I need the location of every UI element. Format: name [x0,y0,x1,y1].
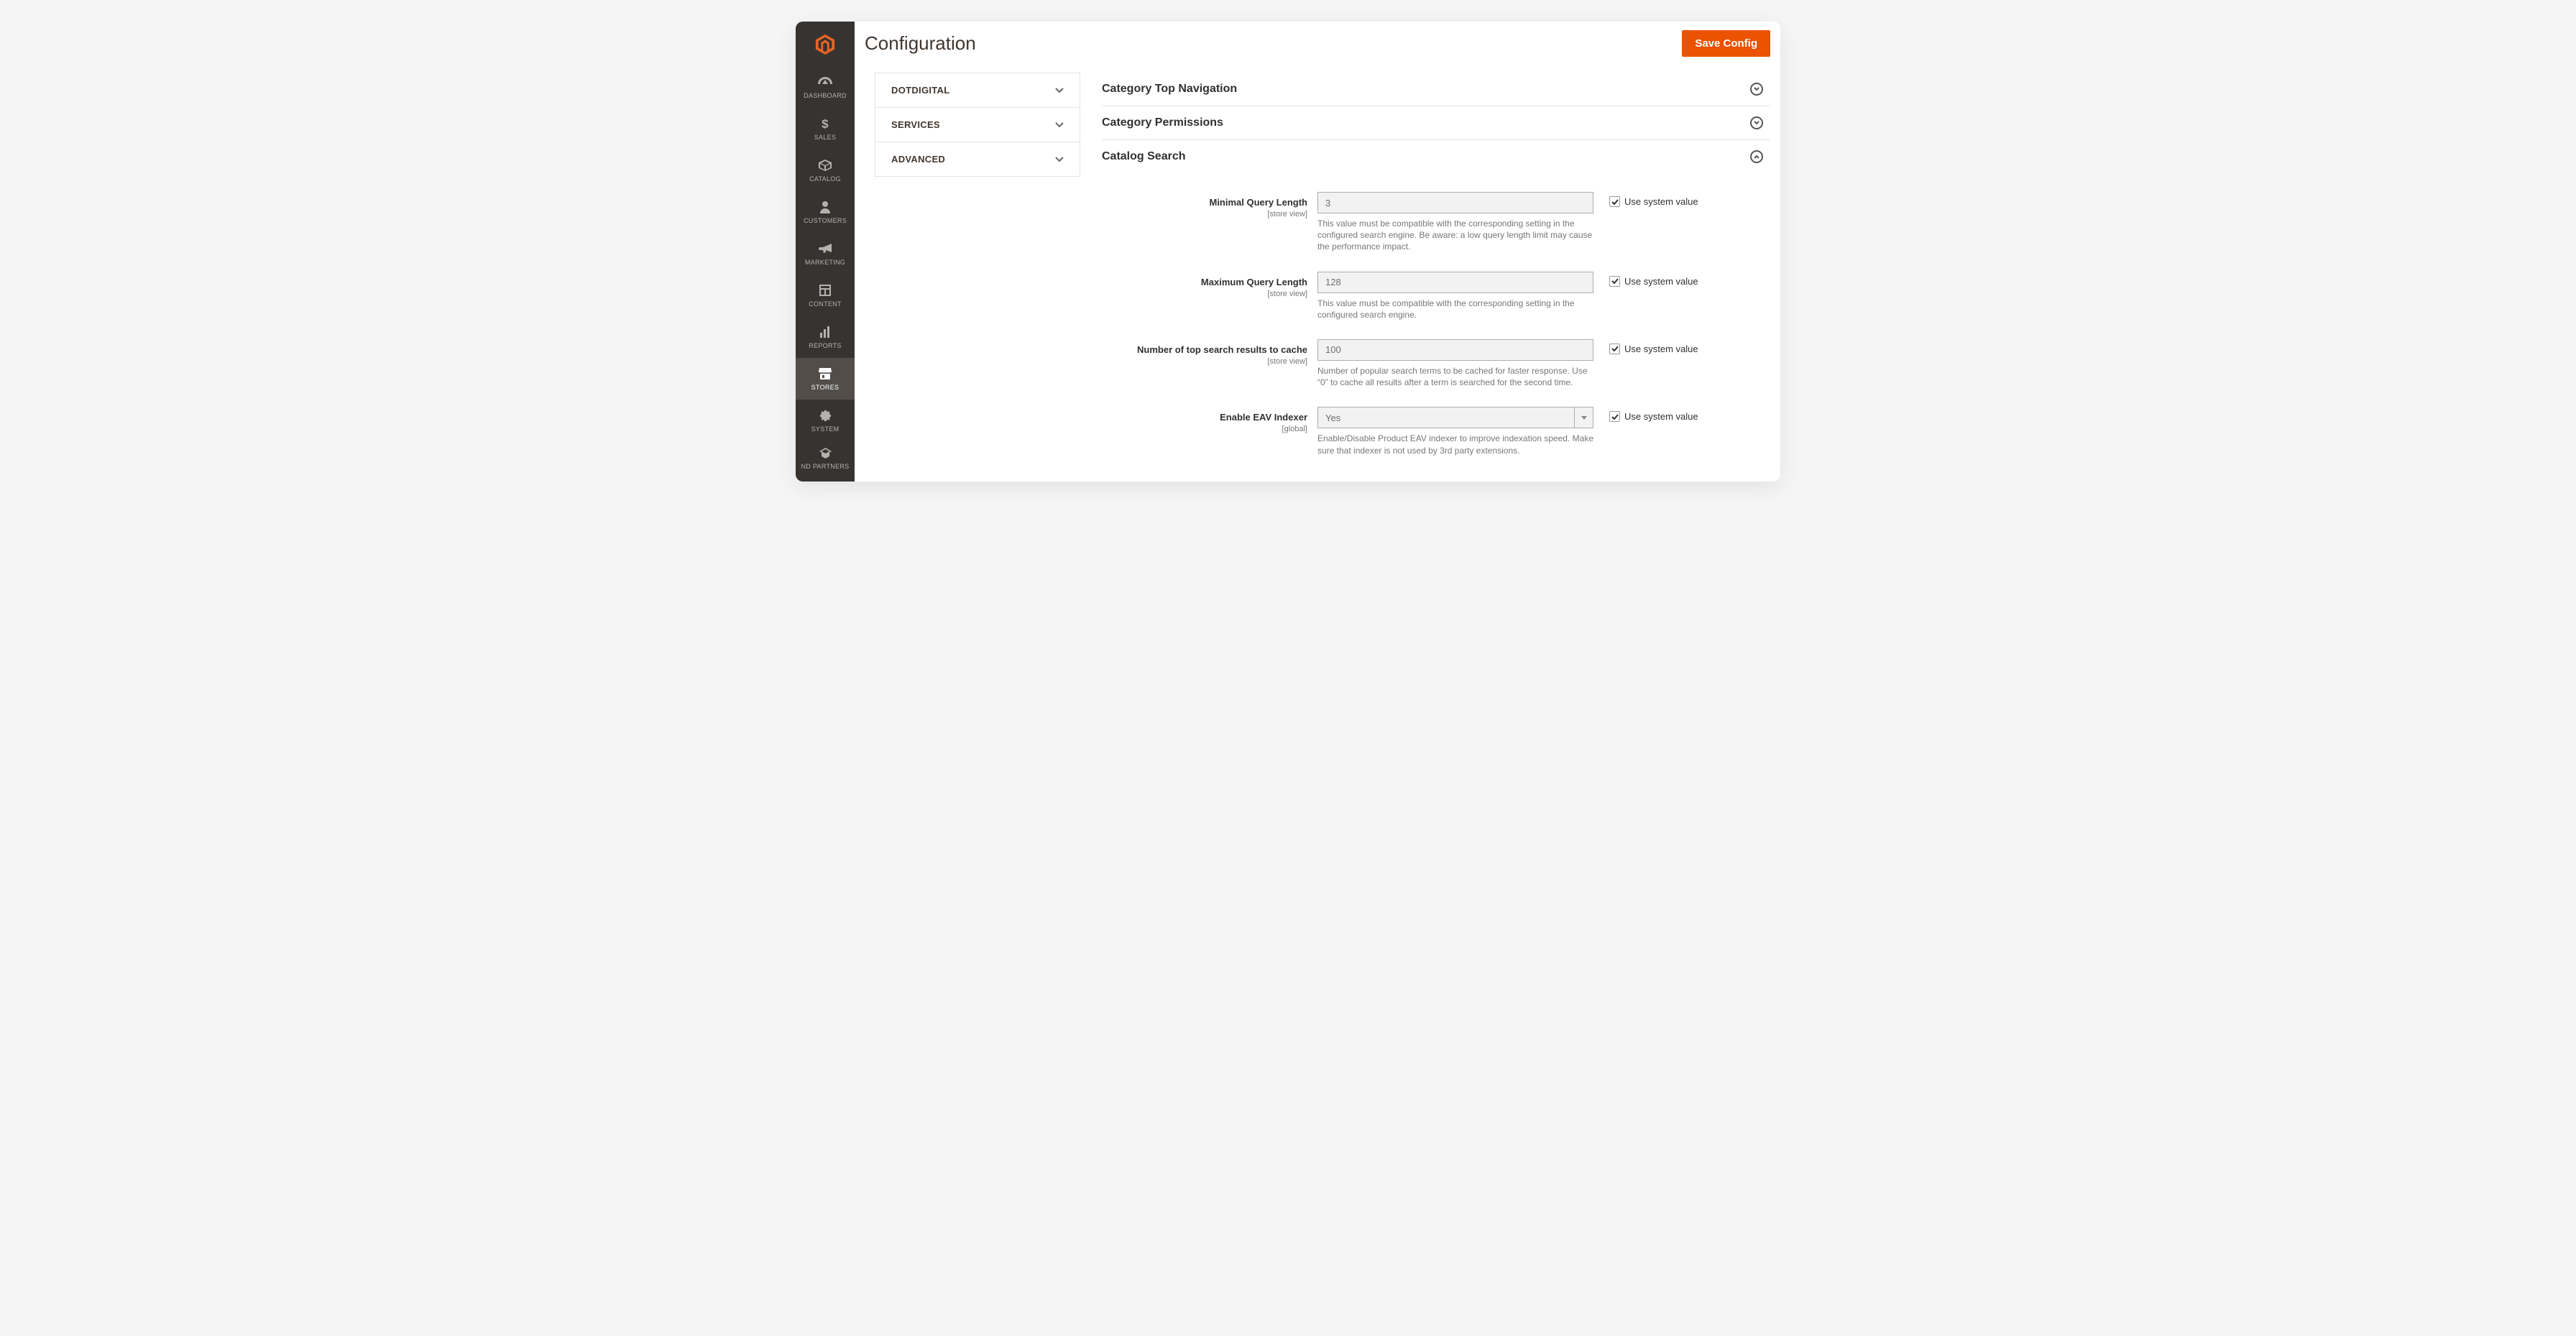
eav-indexer-select[interactable]: Yes [1317,407,1593,428]
layout-icon [819,283,831,298]
chevron-down-icon [1055,119,1064,130]
use-system-value-checkbox[interactable]: Use system value [1593,192,1698,207]
section-title: Category Permissions [1102,116,1223,129]
field-label: Enable EAV Indexer [1220,412,1307,423]
nav-label: CUSTOMERS [804,217,847,224]
config-nav-services[interactable]: SERVICES [875,108,1080,142]
nav-item-partners[interactable]: ND PARTNERS [796,441,855,474]
cache-results-input[interactable] [1317,339,1593,361]
dollar-icon: $ [821,116,829,131]
config-nav: DOTDIGITAL SERVICES ADVANCED [875,73,1080,177]
use-system-value-checkbox[interactable]: Use system value [1593,272,1698,287]
megaphone-icon [819,241,832,256]
nav-item-system[interactable]: SYSTEM [796,400,855,441]
field-label: Minimal Query Length [1209,197,1307,208]
puzzle-icon [819,446,832,460]
nav-label: REPORTS [809,342,841,349]
field-note: Enable/Disable Product EAV indexer to im… [1317,433,1593,456]
nav-label: ND PARTNERS [801,463,850,470]
store-icon [819,367,832,381]
config-nav-label: ADVANCED [891,154,945,165]
page-title: Configuration [865,32,976,55]
field-note: Number of popular search terms to be cac… [1317,365,1593,388]
checkbox-checked-icon [1609,344,1620,354]
checkbox-checked-icon [1609,196,1620,207]
checkbox-label: Use system value [1624,344,1698,354]
chevron-down-icon [1055,85,1064,96]
field-row-cache-results: Number of top search results to cache [s… [1102,339,1770,388]
field-scope: [global] [1102,425,1307,433]
content-row: DOTDIGITAL SERVICES ADVANCED [855,73,1780,464]
checkbox-checked-icon [1609,276,1620,287]
field-note: This value must be compatible with the c… [1317,218,1593,253]
page-header: Configuration Save Config [855,22,1780,73]
checkbox-label: Use system value [1624,276,1698,287]
sidebar: DASHBOARD $ SALES CATALOG CUSTOMERS MARK… [796,22,855,482]
nav-label: MARKETING [805,259,845,266]
field-row-min-query: Minimal Query Length [store view] This v… [1102,192,1770,253]
bars-icon [819,325,831,339]
max-query-input[interactable] [1317,272,1593,293]
expand-icon [1750,116,1763,129]
nav-item-reports[interactable]: REPORTS [796,316,855,358]
chevron-down-icon [1055,154,1064,165]
section-head-search[interactable]: Catalog Search [1102,140,1770,173]
expand-icon [1750,83,1763,96]
use-system-value-checkbox[interactable]: Use system value [1593,407,1698,422]
nav-label: STORES [811,384,840,391]
person-icon [820,200,830,214]
nav-label: DASHBOARD [804,92,847,99]
section-head-topnav[interactable]: Category Top Navigation [1102,73,1770,106]
gear-icon [819,408,832,423]
config-nav-dotdigital[interactable]: DOTDIGITAL [875,73,1080,108]
dropdown-arrow-icon [1574,407,1593,428]
checkbox-checked-icon [1609,411,1620,422]
config-body: Category Top Navigation Category Permiss… [1080,73,1780,464]
config-nav-advanced[interactable]: ADVANCED [875,142,1080,176]
nav-label: CONTENT [809,300,842,308]
section-title: Category Top Navigation [1102,83,1237,96]
field-scope: [store view] [1102,357,1307,366]
nav-item-customers[interactable]: CUSTOMERS [796,191,855,233]
gauge-icon [818,75,832,89]
field-label: Maximum Query Length [1201,277,1307,287]
logo [796,22,855,66]
checkbox-label: Use system value [1624,411,1698,422]
nav-item-content[interactable]: CONTENT [796,275,855,316]
nav-item-marketing[interactable]: MARKETING [796,233,855,275]
use-system-value-checkbox[interactable]: Use system value [1593,339,1698,354]
nav-label: SALES [814,134,837,141]
section-title: Catalog Search [1102,150,1185,163]
nav-item-catalog[interactable]: CATALOG [796,149,855,191]
select-value: Yes [1325,413,1340,423]
field-label: Number of top search results to cache [1137,344,1307,355]
field-note: This value must be compatible with the c… [1317,298,1593,321]
checkbox-label: Use system value [1624,196,1698,207]
nav-label: CATALOG [809,175,841,183]
svg-text:$: $ [822,117,829,130]
main: Configuration Save Config DOTDIGITAL SER… [855,22,1780,482]
field-row-eav-indexer: Enable EAV Indexer [global] Yes Enable/D… [1102,407,1770,456]
save-config-button[interactable]: Save Config [1682,30,1770,57]
collapse-icon [1750,150,1763,163]
magento-logo-icon [814,33,836,55]
config-nav-label: SERVICES [891,119,940,130]
app-window: DASHBOARD $ SALES CATALOG CUSTOMERS MARK… [796,22,1780,482]
field-scope: [store view] [1102,210,1307,218]
min-query-input[interactable] [1317,192,1593,213]
nav-label: SYSTEM [811,425,840,433]
section-head-perms[interactable]: Category Permissions [1102,106,1770,140]
nav-item-stores[interactable]: STORES [796,358,855,400]
field-row-max-query: Maximum Query Length [store view] This v… [1102,272,1770,321]
config-nav-label: DOTDIGITAL [891,85,949,96]
field-scope: [store view] [1102,290,1307,298]
nav-item-dashboard[interactable]: DASHBOARD [796,66,855,108]
box-icon [819,158,832,172]
nav-item-sales[interactable]: $ SALES [796,108,855,149]
